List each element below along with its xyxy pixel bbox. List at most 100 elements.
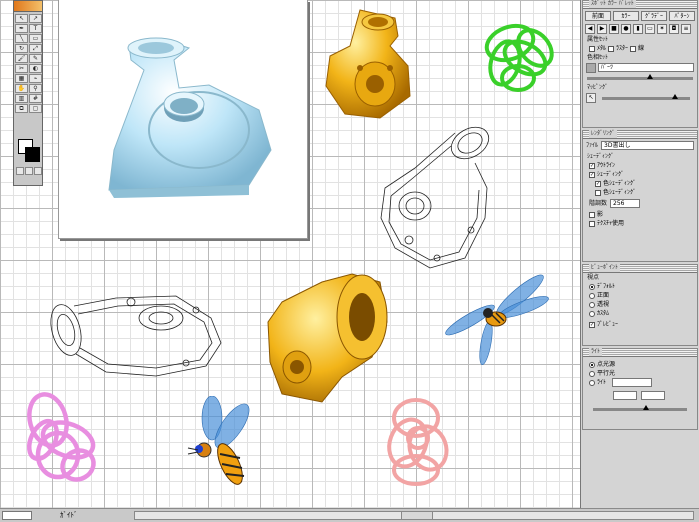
document-canvas[interactable]: ↖ ↗ ✒ T ╲ ▭ ↻ ⤢ 🖌 ✎ ✂ ◐ ▦ ⌁ ✋ ⚲ ▥ # ⧉ ▢ (0, 0, 580, 508)
camera-icon[interactable]: ◘ (669, 24, 679, 34)
salmon-knot[interactable] (378, 388, 458, 496)
preview-checkbox[interactable]: ✓ (589, 321, 595, 328)
panel-title-bar[interactable]: ﾚﾝﾀﾞﾘﾝｸﾞ (583, 130, 697, 139)
hue-slider[interactable] (587, 74, 693, 80)
eyedropper-tool-icon[interactable]: ⌁ (29, 74, 42, 83)
menu-icon[interactable]: ≡ (681, 24, 691, 34)
view-persp-option: 透視 (583, 300, 697, 309)
panel-icon-row: ◀ ▶ ■ ● ▮ ▭ ✶ ◘ ≡ (583, 23, 697, 35)
gold-turbo-center[interactable] (262, 262, 392, 407)
panel-render: ﾚﾝﾀﾞﾘﾝｸﾞ ﾌｧｲﾙ 3D書出し ｼｪｰﾃﾞｨﾝｸﾞ ✓ ｱｳﾄﾗｲﾝ ✓ ｼ… (582, 130, 698, 262)
green-knot[interactable] (470, 8, 565, 103)
attr-checks: ﾒﾀﾙ ﾗｽﾀｰ 線 (583, 44, 697, 53)
light-icon[interactable]: ✶ (657, 24, 667, 34)
gold-turbo-top[interactable] (320, 6, 415, 126)
horizontal-scrollbar[interactable] (134, 511, 694, 520)
hand-tool-icon[interactable]: ✋ (15, 84, 28, 93)
pink-knot[interactable] (18, 380, 106, 490)
line-label: 線 (638, 45, 645, 52)
shadow-checkbox[interactable] (589, 211, 595, 218)
view-custom-option: ｶｽﾀﾑ (583, 309, 697, 318)
wireframe-turbo-right[interactable] (375, 118, 495, 273)
point-light-radio[interactable] (589, 361, 595, 368)
stroke-swatch[interactable] (25, 147, 40, 162)
light-label: ﾗｲﾄ (597, 379, 607, 386)
color-shading-checkbox-2[interactable] (595, 189, 601, 196)
texture-checkbox[interactable] (589, 220, 595, 227)
scale-tool-icon[interactable]: ⤢ (29, 44, 42, 53)
blue-turbo-housing[interactable] (59, 0, 307, 238)
blend-tool-icon[interactable]: ◐ (29, 64, 42, 73)
pointer-icon[interactable]: ↖ (586, 93, 596, 103)
panel-color: ｽﾎﾟｯﾄ ｶﾗｰ ﾊﾟﾚｯﾄ 前面 ｶﾗｰ ｸﾞﾗﾃﾞｰ ﾊﾟﾀｰﾝ ◀ ▶ … (582, 0, 698, 128)
parts-field[interactable]: ﾊﾟｰﾂ (598, 63, 694, 72)
mapping-label: ﾏｯﾋﾟﾝｸﾞ (587, 84, 609, 91)
panel-title-bar[interactable]: ｽﾎﾟｯﾄ ｶﾗｰ ﾊﾟﾚｯﾄ (583, 0, 697, 9)
mesh-tool-icon[interactable]: # (29, 94, 42, 103)
mode-full-button[interactable] (25, 167, 33, 175)
line-checkbox[interactable] (630, 45, 637, 52)
graph-tool-icon[interactable]: ▥ (15, 94, 28, 103)
pencil-tool-icon[interactable]: ✎ (29, 54, 42, 63)
scroll-thumb[interactable] (401, 512, 433, 519)
gradient-button[interactable]: ｸﾞﾗﾃﾞｰ (641, 11, 667, 21)
view-custom-label: ｶｽﾀﾑ (597, 310, 610, 317)
artboard-tool-icon[interactable]: ▢ (29, 104, 42, 113)
pen-tool-icon[interactable]: ✒ (15, 24, 28, 33)
wasp-right[interactable] (440, 265, 552, 365)
line-tool-icon[interactable]: ╲ (15, 34, 28, 43)
parallel-light-radio[interactable] (589, 370, 595, 377)
view-front-label: 正面 (597, 292, 610, 299)
file-select[interactable]: 3D書出し (601, 141, 694, 150)
brush-tool-icon[interactable]: 🖌 (15, 54, 28, 63)
slice-tool-icon[interactable]: ⧉ (15, 104, 28, 113)
mode-full-menu-button[interactable] (34, 167, 42, 175)
type-tool-icon[interactable]: T (29, 24, 42, 33)
cube-icon[interactable]: ■ (609, 24, 619, 34)
direct-select-tool-icon[interactable]: ↗ (29, 14, 42, 23)
panel-title-bar[interactable]: ﾗｲﾄ (583, 348, 697, 357)
raster-checkbox[interactable] (608, 45, 615, 52)
zoom-tool-icon[interactable]: ⚲ (29, 84, 42, 93)
panel-title: ﾋﾞｭｰﾎﾟｲﾝﾄ (589, 264, 621, 272)
zoom-field[interactable] (2, 511, 32, 520)
panel-light: ﾗｲﾄ 点光源 平行光 ﾗｲﾄ (582, 348, 698, 430)
view-custom-radio[interactable] (589, 310, 595, 317)
mode-standard-button[interactable] (16, 167, 24, 175)
light-slider[interactable] (593, 405, 687, 411)
raster-label: ﾗｽﾀｰ (616, 45, 629, 52)
mapping-slider[interactable] (602, 94, 690, 100)
view-persp-radio[interactable] (589, 301, 595, 308)
fill-stroke-swatch[interactable] (18, 139, 40, 162)
arrow-left-icon[interactable]: ◀ (585, 24, 595, 34)
steps-field[interactable]: 256 (610, 199, 641, 208)
color-shading-checkbox[interactable]: ✓ (595, 180, 601, 187)
wasp-bottom[interactable] (182, 396, 262, 496)
light-value-field-2[interactable] (641, 391, 665, 400)
plane-icon[interactable]: ▭ (645, 24, 655, 34)
gradient-tool-icon[interactable]: ▦ (15, 74, 28, 83)
light-value-field-1[interactable] (613, 391, 637, 400)
rect-tool-icon[interactable]: ▭ (29, 34, 42, 43)
pattern-button[interactable]: ﾊﾟﾀｰﾝ (669, 11, 695, 21)
light-radio[interactable] (589, 379, 595, 386)
tool-grid: ↖ ↗ ✒ T ╲ ▭ ↻ ⤢ 🖌 ✎ ✂ ◐ ▦ ⌁ ✋ ⚲ ▥ # ⧉ ▢ (14, 12, 42, 115)
swatch-gray-icon[interactable] (586, 63, 596, 73)
panel-title-bar[interactable]: ﾋﾞｭｰﾎﾟｲﾝﾄ (583, 264, 697, 273)
color-button[interactable]: ｶﾗｰ (613, 11, 639, 21)
shading-checkbox[interactable]: ✓ (589, 171, 595, 178)
view-front-radio[interactable] (589, 292, 595, 299)
outline-checkbox[interactable]: ✓ (589, 162, 595, 169)
scissors-tool-icon[interactable]: ✂ (15, 64, 28, 73)
metal-checkbox[interactable] (589, 45, 595, 52)
view-default-radio[interactable] (589, 283, 595, 290)
cylinder-icon[interactable]: ▮ (633, 24, 643, 34)
selection-tool-icon[interactable]: ↖ (15, 14, 28, 23)
front-button[interactable]: 前面 (585, 11, 611, 21)
wireframe-turbo-left[interactable] (36, 288, 226, 380)
sphere-icon[interactable]: ● (621, 24, 631, 34)
arrow-right-icon[interactable]: ▶ (597, 24, 607, 34)
light-field[interactable] (612, 378, 653, 387)
rotate-tool-icon[interactable]: ↻ (15, 44, 28, 53)
status-text: ｶﾞｲﾄﾞ (60, 511, 78, 519)
